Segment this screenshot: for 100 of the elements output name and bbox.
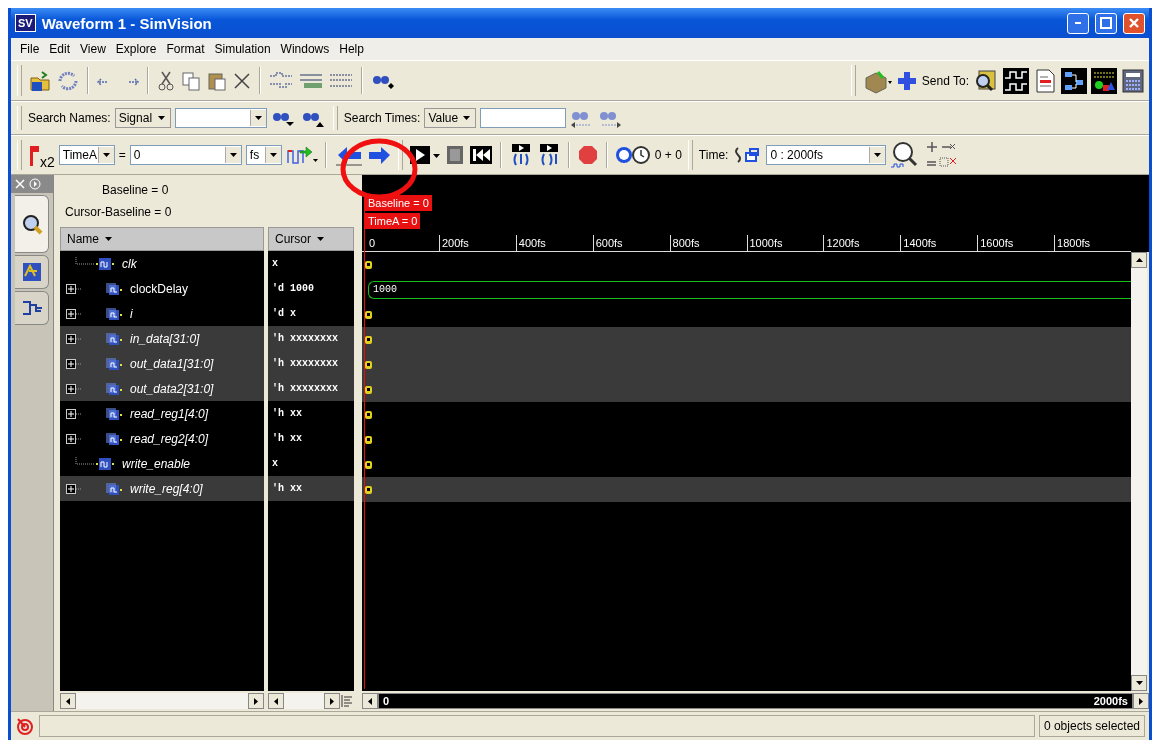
waveform-arrow-icon[interactable]: [285, 143, 318, 167]
baseline-readout: Baseline = 0: [101, 183, 170, 197]
time-tick: 1400fs: [900, 235, 978, 251]
menu-item[interactable]: File: [15, 42, 45, 56]
schematic-tab[interactable]: [15, 291, 49, 325]
close-button[interactable]: [1123, 12, 1145, 34]
signal-name: read_reg1[4:0]: [130, 406, 209, 421]
cursor-value: 'h xxxxxxxx: [271, 333, 338, 344]
time-range-dropdown[interactable]: 0 : 2000fs: [766, 145, 887, 165]
caret-icon: [105, 236, 114, 242]
value-marker-icon: [365, 410, 372, 419]
value-marker-icon: [365, 485, 372, 494]
cut-icon[interactable]: [156, 69, 176, 92]
dropdown-arrow-icon: [874, 153, 882, 157]
signal-row[interactable]: clockDelay: [60, 276, 264, 301]
unit-dropdown[interactable]: fs: [245, 145, 282, 165]
value-marker-icon: [365, 360, 372, 369]
cursor-column-header[interactable]: Cursor: [268, 227, 354, 251]
schematic-icon[interactable]: [1061, 67, 1087, 94]
signal-row[interactable]: i: [60, 301, 264, 326]
cursor-baseline-readout: Cursor-Baseline = 0: [65, 205, 173, 219]
equals-sign: =: [118, 148, 126, 162]
search-times-field[interactable]: [480, 108, 567, 128]
scroll-right-button[interactable]: [248, 693, 264, 709]
menu-item[interactable]: Simulation: [209, 42, 276, 56]
signal-row[interactable]: clk: [60, 251, 264, 276]
simulation-time: 0 + 0: [654, 148, 682, 162]
magnifier-icon: [20, 213, 43, 235]
cursor-value: 'h xxxxxxxx: [271, 358, 338, 369]
copy-icon[interactable]: [180, 69, 202, 92]
status-text: 0 objects selected: [1038, 715, 1145, 737]
scroll-left-button[interactable]: [268, 693, 284, 709]
search-names-label: Search Names:: [28, 111, 111, 125]
search-names-field[interactable]: [174, 108, 267, 128]
menu-item[interactable]: Edit: [44, 42, 76, 56]
scroll-right-button[interactable]: [324, 693, 340, 709]
open-folder-icon[interactable]: [28, 68, 52, 93]
signal-name: out_data1[31:0]: [130, 356, 214, 371]
close-icon[interactable]: [15, 179, 25, 189]
waveform-tab[interactable]: [15, 255, 49, 289]
scroll-right-button[interactable]: [1133, 693, 1149, 709]
signal-row[interactable]: read_reg1[4:0]: [60, 401, 264, 426]
clock-icon[interactable]: [614, 144, 651, 166]
dropdown-arrow-icon: [229, 153, 237, 157]
minimize-icon: [1074, 21, 1082, 25]
scroll-down-button[interactable]: [1131, 675, 1147, 691]
cursor-value: 'd 1000: [271, 283, 314, 294]
time-value-field[interactable]: 0: [129, 145, 242, 165]
signal-name: clockDelay: [130, 281, 189, 296]
delete-icon[interactable]: [232, 70, 252, 91]
time-scrollbar[interactable]: 0 2000fs: [378, 693, 1133, 709]
bus-trace: 1000: [368, 280, 1131, 299]
record-icon[interactable]: [576, 144, 599, 166]
signal-row[interactable]: out_data1[31:0]: [60, 351, 264, 376]
cursor-value: 'h xx: [271, 433, 302, 444]
calculator-icon[interactable]: [1121, 67, 1145, 94]
value-type-dropdown[interactable]: Value: [424, 108, 477, 128]
cursor-value: 'd x: [271, 308, 296, 319]
rewind-icon[interactable]: [468, 143, 493, 167]
signal-row[interactable]: read_reg2[4:0]: [60, 426, 264, 451]
marker-dropdown[interactable]: TimeA: [58, 145, 115, 165]
scroll-left-button[interactable]: [60, 693, 76, 709]
browser-tab[interactable]: [15, 195, 49, 253]
time-tick: 600fs: [592, 235, 670, 251]
send-to-label: Send To:: [921, 73, 969, 88]
signal-name: clk: [122, 256, 137, 271]
plus-icon[interactable]: [895, 69, 918, 92]
time-tick: 0: [368, 236, 377, 251]
marker-label: TimeA = 0: [365, 213, 421, 229]
caret-icon: [317, 236, 326, 242]
signal-type-dropdown[interactable]: Signal: [114, 108, 171, 128]
search-times-label: Search Times:: [343, 111, 421, 125]
menu-item[interactable]: Windows: [275, 42, 335, 56]
signal-row[interactable]: out_data2[31:0]: [60, 376, 264, 401]
register-icon[interactable]: [1091, 67, 1117, 94]
maximize-button[interactable]: [1095, 12, 1117, 34]
signal-row[interactable]: write_enable: [60, 451, 264, 476]
cursor-value: x: [271, 458, 278, 469]
target-icon[interactable]: [15, 716, 35, 736]
document-icon[interactable]: [1033, 67, 1057, 94]
stop-icon[interactable]: [444, 143, 465, 167]
menu-item[interactable]: View: [75, 42, 111, 56]
minimize-button[interactable]: [1067, 12, 1089, 34]
zoom-icon[interactable]: [890, 141, 919, 169]
magnifier-icon[interactable]: [973, 67, 999, 94]
app-logo: SV: [15, 14, 36, 32]
signal-row[interactable]: write_reg[4:0]: [60, 476, 264, 501]
scalar-signal-icon: [94, 456, 116, 471]
scroll-up-button[interactable]: [1131, 252, 1147, 268]
menu-item[interactable]: Help: [334, 42, 369, 56]
menu-item[interactable]: Explore: [110, 42, 162, 56]
time-tick: 1800fs: [1054, 235, 1131, 251]
signal-row[interactable]: in_data[31:0]: [60, 326, 264, 351]
name-column-header[interactable]: Name: [60, 227, 264, 251]
right-arrow-icon: [1139, 697, 1143, 705]
marker-number: x2: [40, 154, 55, 172]
scroll-left-button[interactable]: [362, 693, 378, 709]
value-marker-icon: [365, 260, 372, 269]
menu-item[interactable]: Format: [161, 42, 210, 56]
play-icon[interactable]: [408, 143, 441, 167]
